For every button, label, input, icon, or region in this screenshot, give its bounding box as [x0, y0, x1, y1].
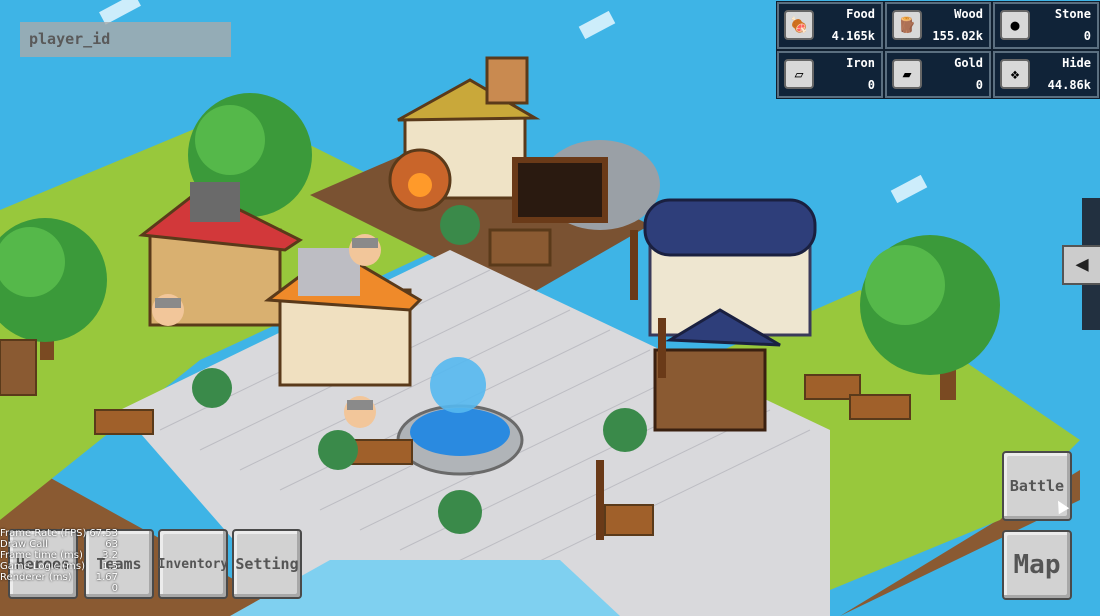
setting-button[interactable]: Setting — [232, 529, 302, 599]
villager[interactable] — [349, 234, 381, 266]
stone-icon: ● — [1000, 10, 1030, 40]
iron-bar-icon: ▱ — [784, 59, 814, 89]
side-panel-toggle[interactable]: ◀ — [1062, 245, 1100, 285]
log-pile — [604, 504, 654, 536]
resource-name: Iron — [846, 56, 875, 70]
crate — [0, 339, 37, 396]
resource-name: Wood — [954, 7, 983, 21]
resource-name: Gold — [954, 56, 983, 70]
resource-value: 4.165k — [831, 29, 875, 43]
teams-button[interactable]: Teams — [84, 529, 154, 599]
log-icon: 🪵 — [892, 10, 922, 40]
resource-iron: ▱ Iron 0 — [777, 51, 883, 98]
chevron-left-icon: ◀ — [1075, 252, 1089, 277]
resource-value: 0 — [1083, 29, 1091, 43]
resource-value: 155.02k — [932, 29, 983, 43]
gold-bar-icon: ▰ — [892, 59, 922, 89]
resource-food: 🍖 Food 4.165k — [777, 2, 883, 49]
map-button[interactable]: Map — [1002, 530, 1072, 600]
heroes-button[interactable]: Heroes — [8, 529, 78, 599]
resource-name: Food — [846, 7, 875, 21]
resource-panel: 🍖 Food 4.165k 🪵 Wood 155.02k ● Stone 0 ▱… — [776, 1, 1100, 99]
villager[interactable] — [152, 294, 184, 326]
inventory-button[interactable]: Inventory — [158, 529, 228, 599]
resource-value: 0 — [975, 78, 983, 92]
resource-name: Hide — [1062, 56, 1091, 70]
meat-icon: 🍖 — [784, 10, 814, 40]
resource-value: 44.86k — [1047, 78, 1091, 92]
resource-wood: 🪵 Wood 155.02k — [885, 2, 991, 49]
player-id-label: player_id — [20, 22, 231, 57]
resource-name: Stone — [1054, 7, 1091, 21]
hide-icon: ❖ — [1000, 59, 1030, 89]
resource-value: 0 — [867, 78, 875, 92]
resource-hide: ❖ Hide 44.86k — [993, 51, 1099, 98]
resource-gold: ▰ Gold 0 — [885, 51, 991, 98]
villager[interactable] — [344, 396, 376, 428]
resource-stone: ● Stone 0 — [993, 2, 1099, 49]
